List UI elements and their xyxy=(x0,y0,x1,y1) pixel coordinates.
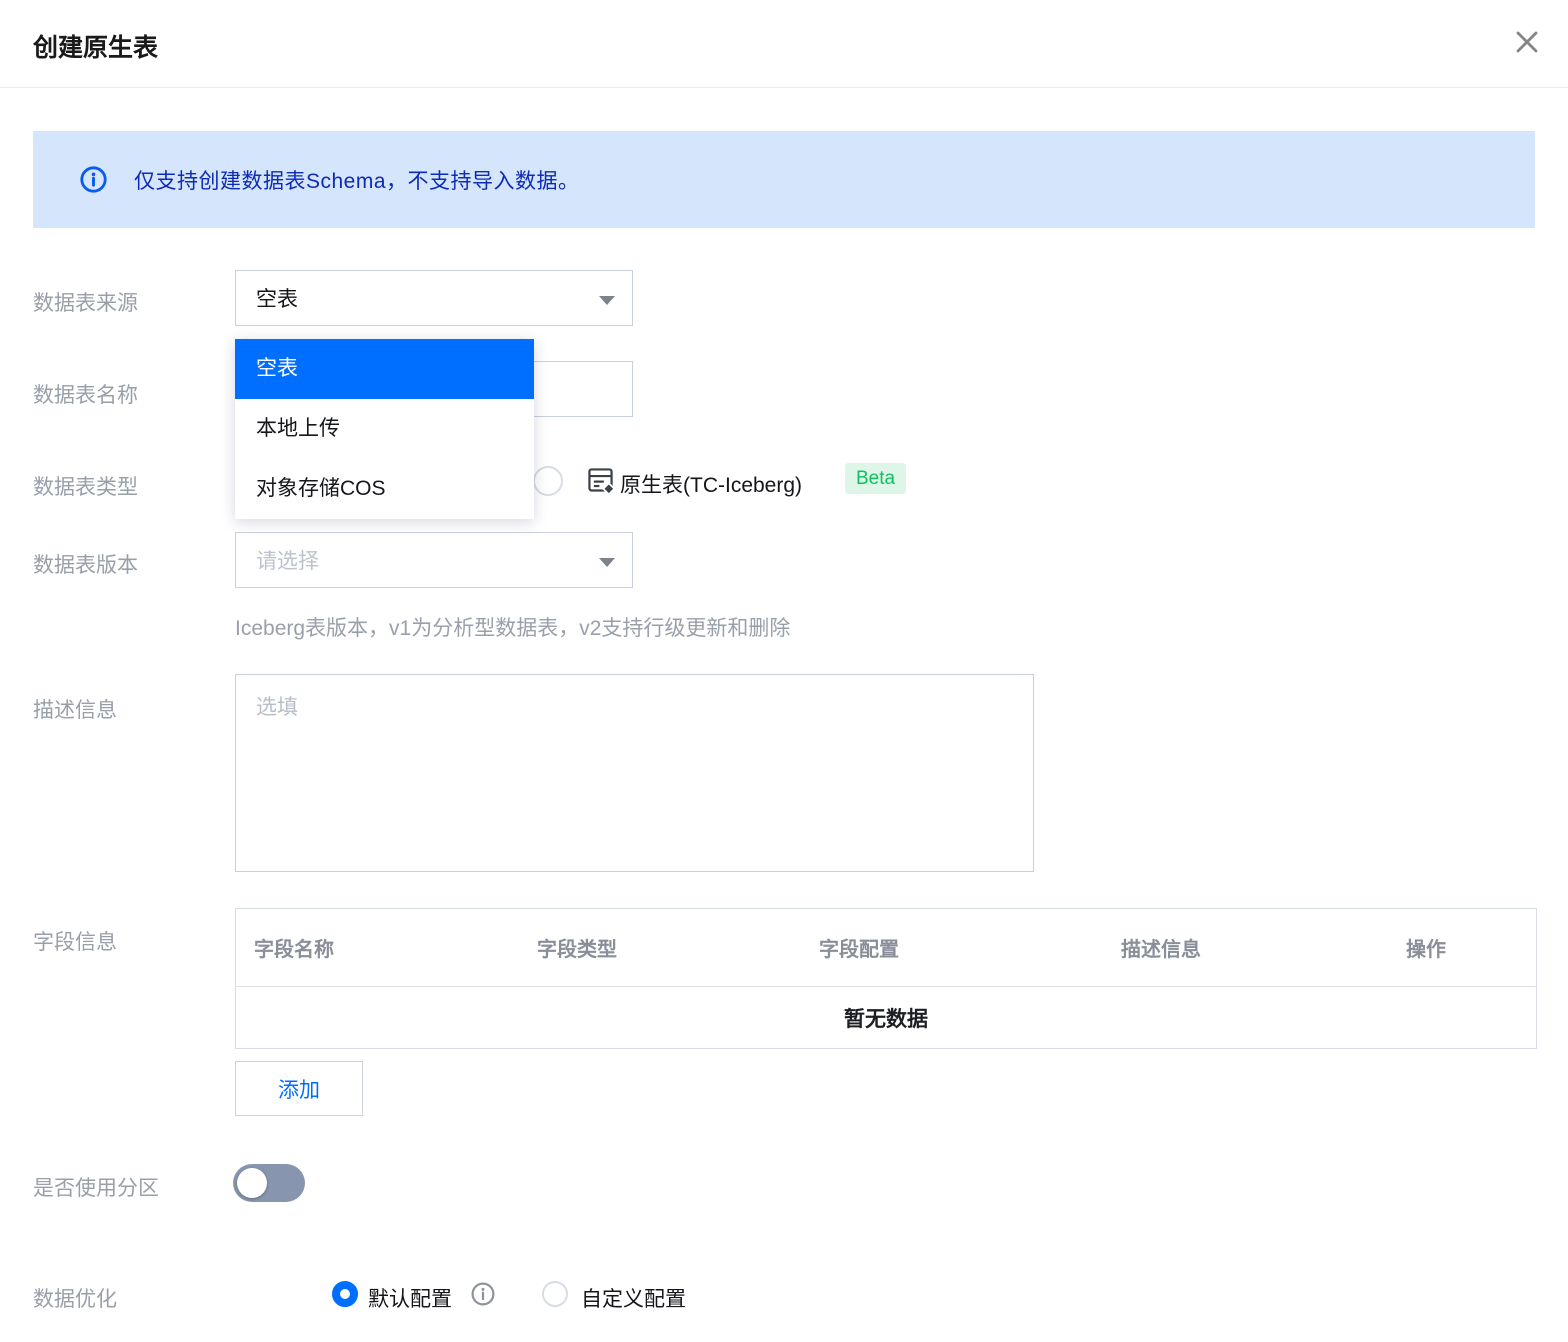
column-header: 字段名称 xyxy=(254,939,334,961)
info-circle-icon[interactable] xyxy=(471,1282,495,1306)
dialog-title: 创建原生表 xyxy=(33,34,159,62)
dropdown-option-cos[interactable]: 对象存储COS xyxy=(235,459,534,519)
partition-label: 是否使用分区 xyxy=(33,1177,159,1200)
close-icon xyxy=(1513,28,1541,61)
optimization-label: 数据优化 xyxy=(33,1288,117,1311)
column-header: 字段类型 xyxy=(537,939,617,961)
info-banner: 仅支持创建数据表Schema，不支持导入数据。 xyxy=(33,131,1535,228)
version-select[interactable]: 请选择 xyxy=(235,532,633,588)
column-header: 字段配置 xyxy=(819,939,899,961)
source-select-value: 空表 xyxy=(256,288,298,311)
radio-default-config[interactable] xyxy=(332,1281,358,1307)
chevron-down-icon xyxy=(599,296,615,305)
name-label: 数据表名称 xyxy=(33,384,138,407)
source-dropdown: 空表 本地上传 对象存储COS xyxy=(235,339,534,519)
native-table-icon xyxy=(585,465,616,501)
add-field-button[interactable]: 添加 xyxy=(235,1061,363,1116)
fields-table: 字段名称 字段类型 字段配置 描述信息 操作 暂无数据 xyxy=(235,908,1537,1049)
chevron-down-icon xyxy=(599,558,615,567)
fields-label: 字段信息 xyxy=(33,931,117,954)
dropdown-option-local-upload[interactable]: 本地上传 xyxy=(235,399,534,459)
source-label: 数据表来源 xyxy=(33,292,138,315)
version-select-placeholder: 请选择 xyxy=(256,550,319,573)
dropdown-option-empty-table[interactable]: 空表 xyxy=(235,339,534,399)
column-header: 操作 xyxy=(1406,939,1446,961)
type-label: 数据表类型 xyxy=(33,476,138,499)
close-button[interactable] xyxy=(1505,22,1549,66)
fields-table-header: 字段名称 字段类型 字段配置 描述信息 操作 xyxy=(236,909,1536,987)
default-config-label: 默认配置 xyxy=(368,1288,452,1311)
type-option-label: 原生表(TC-Iceberg) xyxy=(620,474,803,497)
description-label: 描述信息 xyxy=(33,699,117,722)
toggle-knob xyxy=(237,1168,267,1198)
radio-custom-config[interactable] xyxy=(542,1281,568,1307)
info-circle-icon xyxy=(80,166,107,193)
create-native-table-dialog: 创建原生表 仅支持创建数据表Schema，不支持导入数据。 数据表来源 空表 数… xyxy=(0,0,1568,1342)
partition-toggle[interactable] xyxy=(233,1164,305,1202)
version-label: 数据表版本 xyxy=(33,554,138,577)
column-header: 描述信息 xyxy=(1121,939,1201,961)
beta-badge: Beta xyxy=(845,463,907,494)
empty-data-text: 暂无数据 xyxy=(844,1007,928,1031)
type-radio-native-table[interactable] xyxy=(533,466,563,496)
header-divider xyxy=(0,87,1568,88)
custom-config-label: 自定义配置 xyxy=(581,1288,686,1311)
source-select[interactable]: 空表 xyxy=(235,270,633,326)
version-hint: Iceberg表版本，v1为分析型数据表，v2支持行级更新和删除 xyxy=(235,617,791,640)
description-textarea[interactable] xyxy=(235,674,1034,872)
banner-text: 仅支持创建数据表Schema，不支持导入数据。 xyxy=(134,169,580,193)
